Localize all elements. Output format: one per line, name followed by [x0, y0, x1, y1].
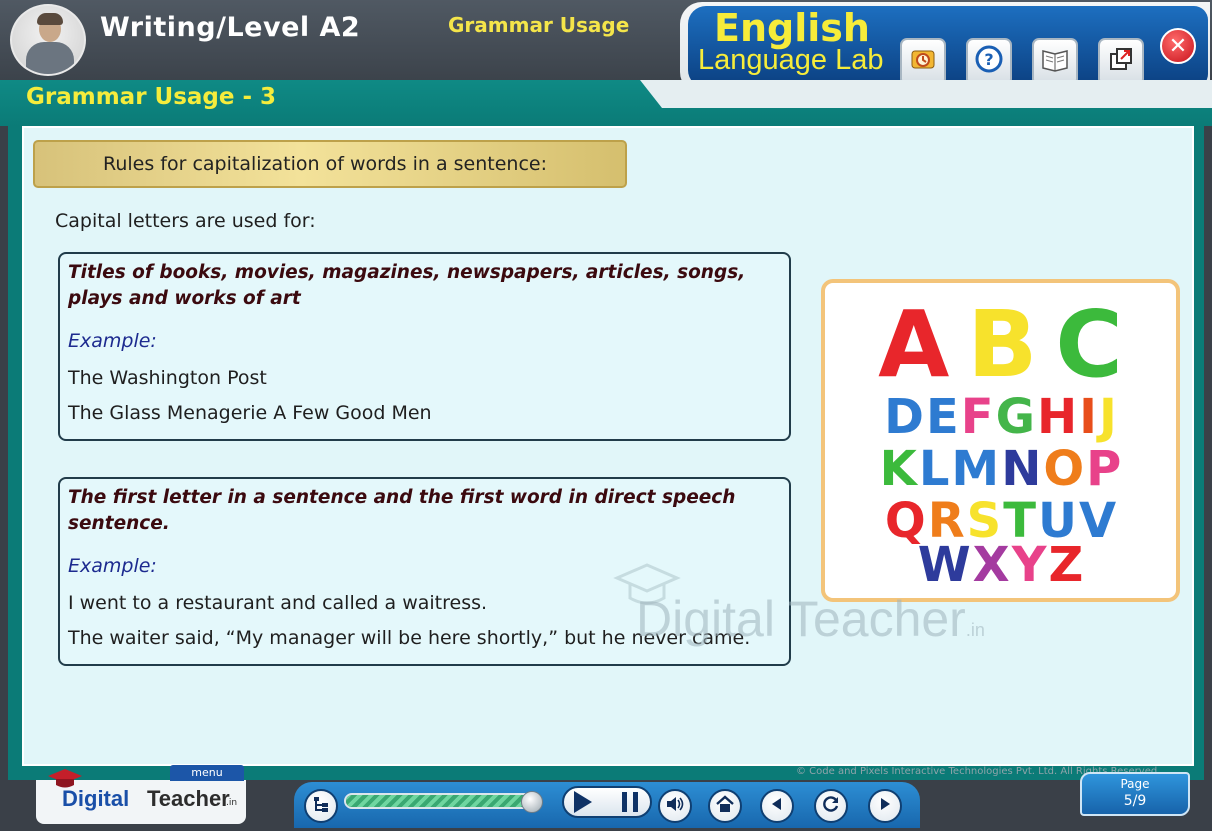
card-heading: Titles of books, movies, magazines, news… — [68, 262, 746, 309]
glossary-icon — [909, 45, 937, 79]
menu-label: menu — [191, 766, 223, 779]
audio-progress-bar[interactable] — [344, 793, 538, 809]
next-button[interactable] — [868, 789, 902, 823]
volume-button[interactable] — [658, 789, 692, 823]
brand-language-lab: Language Lab — [698, 44, 884, 76]
refresh-icon — [821, 794, 841, 818]
menu-tab[interactable]: menu — [170, 765, 244, 781]
alphabet-letter: O — [1043, 441, 1085, 497]
speaker-icon — [665, 795, 685, 817]
alphabet-letter: G — [995, 389, 1035, 445]
rule-card-titles: Titles of books, movies, magazines, news… — [58, 252, 791, 441]
close-icon: ✕ — [1168, 33, 1188, 59]
pause-icon[interactable] — [622, 792, 638, 812]
alphabet-letter: Y — [1011, 537, 1047, 593]
alphabet-letter: P — [1086, 441, 1122, 497]
example-label: Example: — [68, 555, 157, 577]
home-icon — [715, 795, 735, 817]
page-number: 5/9 — [1123, 793, 1147, 809]
alphabet-letter: X — [972, 537, 1010, 593]
card-heading: The first letter in a sentence and the f… — [68, 487, 736, 534]
alphabet-letter: H — [1036, 389, 1078, 445]
watermark-text: Digital Teacher.in — [636, 591, 985, 647]
logo-domain: .in — [226, 798, 238, 808]
alphabet-letter: F — [960, 389, 994, 445]
tree-index-icon — [312, 795, 330, 817]
alphabet-letter: K — [879, 441, 917, 497]
glossary-button[interactable] — [900, 38, 946, 86]
example-line: The Glass Menagerie A Few Good Men — [68, 402, 432, 424]
logo-digital: Digital — [62, 786, 130, 811]
arrow-left-icon — [769, 796, 785, 816]
alphabet-letter: W — [917, 537, 971, 593]
popout-button[interactable] — [1098, 38, 1144, 86]
alphabet-letter: E — [925, 389, 959, 445]
previous-button[interactable] — [760, 789, 794, 823]
help-button[interactable]: ? — [966, 38, 1012, 86]
index-button[interactable] — [304, 789, 338, 823]
book-icon — [1040, 45, 1070, 79]
replay-button[interactable] — [814, 789, 848, 823]
play-icon[interactable] — [574, 791, 592, 813]
alphabet-letter: C — [1055, 291, 1123, 398]
alphabet-letter: L — [918, 441, 950, 497]
close-button[interactable]: ✕ — [1160, 28, 1196, 64]
progress-knob[interactable] — [521, 791, 544, 813]
svg-text:?: ? — [984, 50, 993, 69]
alphabet-row: DEFGHIJ — [825, 391, 1176, 443]
teacher-avatar — [10, 4, 86, 76]
alphabet-letter: I — [1079, 389, 1097, 445]
logo-teacher: Teacher — [147, 786, 230, 811]
level-title: Writing/Level A2 — [100, 12, 361, 43]
alphabet-letter: J — [1099, 389, 1117, 445]
alphabet-big-letters: ABC — [825, 299, 1176, 391]
alphabet-letter: N — [1001, 441, 1042, 497]
alphabet-letter: B — [967, 291, 1038, 398]
alphabet-letter: D — [884, 389, 924, 445]
page-indicator: Page 5/9 — [1080, 772, 1190, 816]
arrow-right-icon — [877, 796, 893, 816]
alphabet-letter: A — [878, 291, 950, 398]
rule-banner-text: Rules for capitalization of words in a s… — [103, 153, 547, 175]
page-label: Page — [1120, 777, 1150, 791]
alphabet-letter: M — [951, 441, 1000, 497]
lesson-title: Grammar Usage - 3 — [26, 84, 277, 110]
audio-progress-fill — [346, 795, 531, 807]
alphabet-row: KLMNOP — [825, 443, 1176, 495]
alphabet-row: WXYZ — [825, 539, 1176, 591]
strip-notch — [640, 80, 1212, 108]
example-label: Example: — [68, 330, 157, 352]
rule-banner: Rules for capitalization of words in a s… — [33, 140, 627, 188]
intro-text: Capital letters are used for: — [55, 210, 316, 232]
home-button[interactable] — [708, 789, 742, 823]
alphabet-letter: Z — [1048, 537, 1084, 593]
example-line: The Washington Post — [68, 367, 267, 389]
book-button[interactable] — [1032, 38, 1078, 86]
section-subtitle: Grammar Usage — [448, 13, 630, 37]
help-icon: ? — [975, 45, 1003, 79]
example-line: I went to a restaurant and called a wait… — [68, 592, 488, 614]
popout-icon — [1107, 45, 1135, 79]
alphabet-illustration: ABC DEFGHIJ KLMNOP QRSTUV WXYZ — [821, 279, 1180, 602]
